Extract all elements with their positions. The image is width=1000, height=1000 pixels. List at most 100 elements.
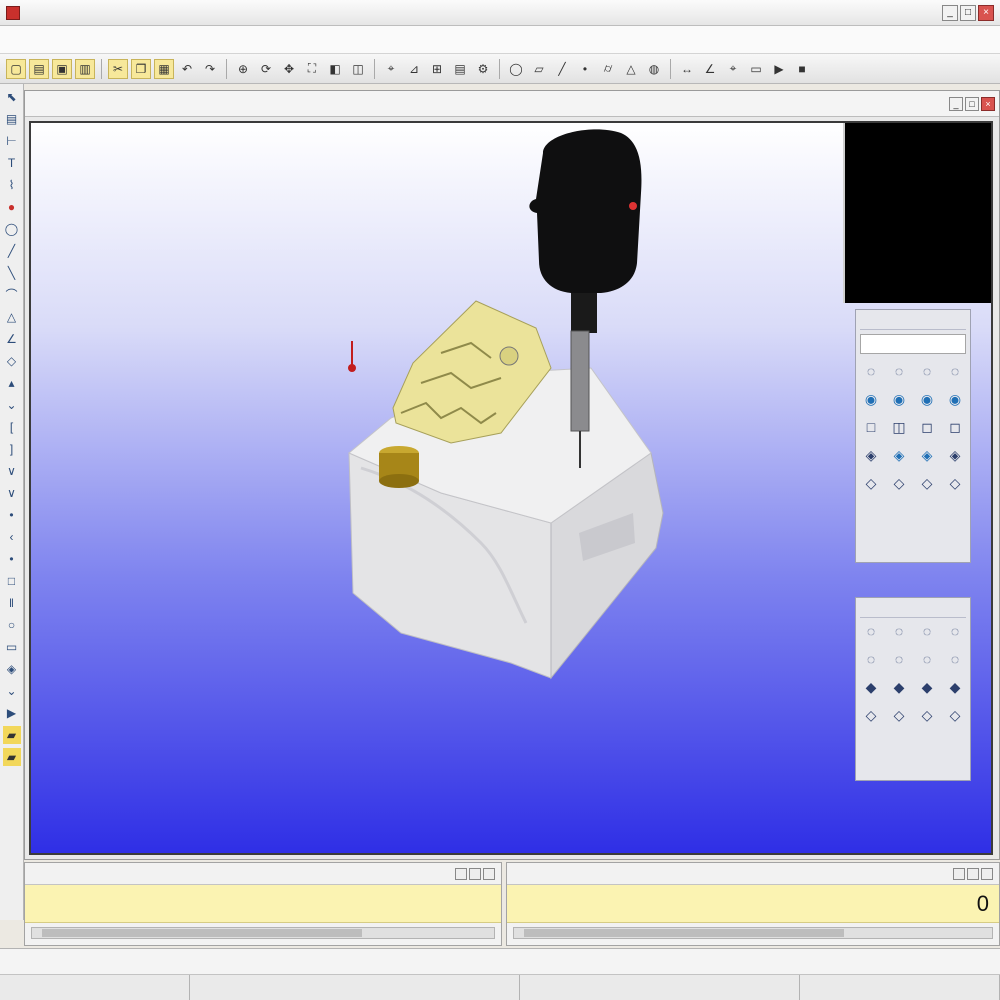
circle-tool-icon[interactable]: ◯ [3, 220, 21, 238]
report-icon[interactable]: ▤ [450, 59, 470, 79]
v-tool-icon[interactable]: ∨ [3, 462, 21, 480]
chevron-down-2-icon[interactable]: ⌄ [3, 682, 21, 700]
arrow-up-icon[interactable]: ▴ [3, 374, 21, 392]
record-icon[interactable]: ● [3, 198, 21, 216]
scroll-thumb[interactable] [524, 929, 844, 937]
triangle-tool-icon[interactable]: △ [3, 308, 21, 326]
viewport-minimize-button[interactable]: _ [949, 96, 963, 111]
pane-close-icon[interactable] [981, 867, 993, 880]
palette-2-button[interactable]: ◇ [916, 706, 938, 724]
fit-icon[interactable]: ⛶ [302, 59, 322, 79]
bracket-icon[interactable]: [ [3, 418, 21, 436]
circle-icon[interactable]: ◯ [506, 59, 526, 79]
palette-1-button[interactable]: ◈ [860, 446, 882, 464]
pane-close-icon[interactable] [483, 867, 495, 880]
pan-icon[interactable]: ✥ [279, 59, 299, 79]
menu-item-5[interactable] [78, 38, 82, 42]
slash-tool-icon[interactable]: ╱ [3, 242, 21, 260]
pane-minimize-icon[interactable] [953, 867, 965, 880]
viewport-close-button[interactable]: × [981, 96, 995, 111]
palette-1-button[interactable]: ◌ [944, 362, 966, 380]
double-bar-icon[interactable]: ‖ [3, 594, 21, 612]
settings-icon[interactable]: ⚙ [473, 59, 493, 79]
palette-2-button[interactable]: ◆ [888, 678, 910, 696]
zoom-icon[interactable]: ⊕ [233, 59, 253, 79]
run-icon[interactable]: ▶ [769, 59, 789, 79]
menu-item-1[interactable] [6, 38, 10, 42]
palette-1-button[interactable]: ◇ [888, 474, 910, 492]
graph-icon[interactable]: ⌇ [3, 176, 21, 194]
palette-1-input[interactable] [860, 334, 966, 354]
v-tool-2-icon[interactable]: ∨ [3, 484, 21, 502]
tree-icon[interactable]: ⊢ [3, 132, 21, 150]
palette-2-button[interactable]: ◆ [944, 678, 966, 696]
palette-1-button[interactable]: ◇ [916, 474, 938, 492]
minimize-button[interactable]: _ [942, 4, 958, 21]
close-button[interactable]: × [978, 4, 994, 21]
menu-item-8[interactable] [132, 38, 136, 42]
palette-2-button[interactable]: ◆ [860, 678, 882, 696]
menu-item-2[interactable] [24, 38, 28, 42]
palette-1-button[interactable]: ◫ [888, 418, 910, 436]
menu-item-7[interactable] [114, 38, 118, 42]
pane-minimize-icon[interactable] [455, 867, 467, 880]
folder-icon[interactable]: ▰ [2, 726, 21, 744]
measure-icon[interactable]: ⊿ [404, 59, 424, 79]
angle-icon[interactable]: ∠ [700, 59, 720, 79]
palette-1-button[interactable]: ◻ [916, 418, 938, 436]
list-icon[interactable]: ▤ [3, 110, 21, 128]
palette-2-button[interactable]: ◌ [888, 650, 910, 668]
pane-maximize-icon[interactable] [469, 867, 481, 880]
menu-item-3[interactable] [42, 38, 46, 42]
viewport-maximize-button[interactable]: □ [965, 96, 979, 111]
palette-1-button[interactable]: ◉ [860, 390, 882, 408]
wire-icon[interactable]: ◫ [348, 59, 368, 79]
bottom-left-scrollbar[interactable] [31, 927, 495, 939]
line-tool-icon[interactable]: ╲ [3, 264, 21, 282]
copy-icon[interactable]: ❐ [131, 58, 151, 79]
scroll-thumb[interactable] [42, 929, 362, 937]
undo-icon[interactable]: ↶ [177, 59, 197, 79]
palette-1-button[interactable]: ◇ [860, 474, 882, 492]
chevron-down-icon[interactable]: ⌄ [3, 396, 21, 414]
maximize-button[interactable]: □ [960, 4, 976, 21]
arc-tool-icon[interactable]: ⌒ [3, 286, 21, 304]
palette-2-button[interactable]: ◌ [860, 622, 882, 640]
folder-2-icon[interactable]: ▰ [2, 748, 21, 766]
bottom-right-row[interactable]: 0 [507, 885, 999, 923]
bottom-right-scrollbar[interactable] [513, 927, 993, 939]
circle-tool-2-icon[interactable]: ○ [3, 616, 21, 634]
stop-icon[interactable]: ■ [792, 59, 812, 79]
palette-1-button[interactable]: ◻ [944, 418, 966, 436]
palette-1-button[interactable]: ◈ [888, 446, 910, 464]
probe-icon[interactable]: ⌖ [381, 59, 401, 79]
palette-1-button[interactable]: ◌ [888, 362, 910, 380]
menu-item-4[interactable] [60, 38, 64, 42]
dot-tool-2-icon[interactable]: • [3, 550, 21, 568]
palette-2-button[interactable]: ◇ [944, 706, 966, 724]
plane-icon[interactable]: ▱ [529, 59, 549, 79]
align-icon[interactable]: ⊞ [427, 59, 447, 79]
menu-item-10[interactable] [168, 38, 172, 42]
new-icon[interactable]: ▢ [6, 58, 26, 79]
save-icon[interactable]: ▣ [52, 58, 72, 79]
palette-2-button[interactable]: ◌ [916, 622, 938, 640]
palette-2-button[interactable]: ◌ [944, 622, 966, 640]
palette-2-button[interactable]: ◌ [860, 650, 882, 668]
line-icon[interactable]: ╱ [552, 59, 572, 79]
open-icon[interactable]: ▤ [29, 58, 49, 79]
rect-tool-icon[interactable]: ▭ [3, 638, 21, 656]
distance-icon[interactable]: ↔ [677, 59, 697, 79]
palette-2-button[interactable]: ◇ [860, 706, 882, 724]
palette-1-button[interactable]: ◈ [916, 446, 938, 464]
shape-tool-icon[interactable]: ◇ [3, 352, 21, 370]
palette-2-button[interactable]: ◌ [944, 650, 966, 668]
rotate-icon[interactable]: ⟳ [256, 59, 276, 79]
text-icon[interactable]: T [3, 154, 21, 172]
point-icon[interactable]: • [575, 59, 595, 79]
bottom-left-row[interactable] [25, 885, 501, 923]
cylinder-icon[interactable]: ⌭ [598, 59, 618, 79]
menu-item-9[interactable] [150, 38, 154, 42]
palette-1-button[interactable]: ◌ [860, 362, 882, 380]
angle-bracket-icon[interactable]: ‹ [3, 528, 21, 546]
